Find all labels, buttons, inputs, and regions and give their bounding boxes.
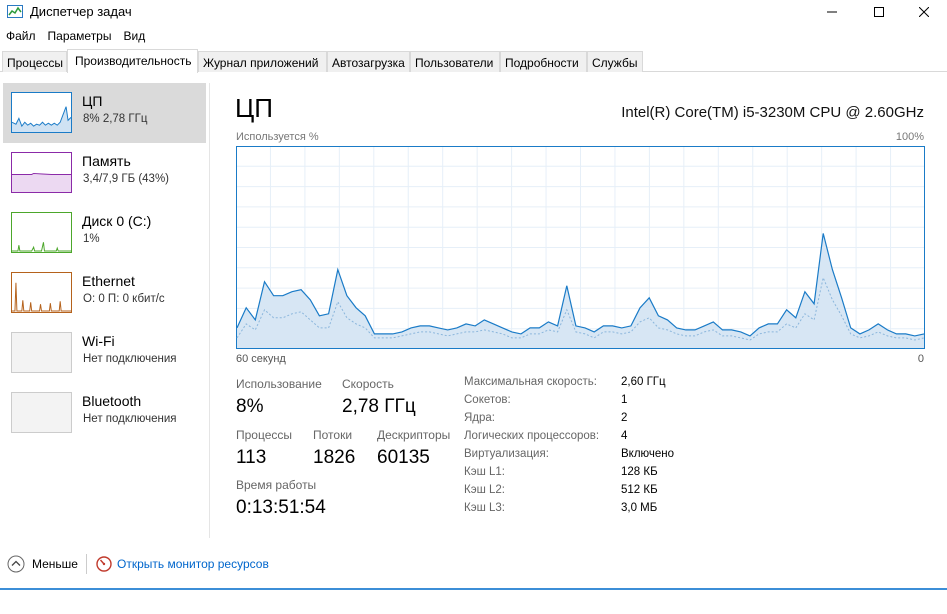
- sidebar-item-memory[interactable]: Память 3,4/7,9 ГБ (43%): [3, 143, 206, 203]
- graph-y-max-label: 100%: [895, 131, 924, 143]
- spec-value-l3-cache: 3,0 МБ: [621, 502, 658, 514]
- graph-x-min-label: 0: [917, 353, 924, 365]
- memory-thumbnail-graph: [11, 152, 72, 193]
- sidebar-disk-title: Диск 0 (C:): [82, 213, 152, 229]
- processes-label: Процессы: [236, 428, 293, 442]
- sidebar-item-cpu[interactable]: ЦП 8% 2,78 ГГц: [3, 83, 206, 143]
- disk-thumbnail-graph: [11, 212, 72, 253]
- graph-y-label: Используется %: [236, 131, 319, 143]
- tab-details[interactable]: Подробности: [500, 51, 587, 72]
- spec-value-cores: 2: [621, 412, 628, 424]
- resource-sidebar: ЦП 8% 2,78 ГГц Память 3,4/7,9 ГБ (43%) Д…: [0, 83, 210, 538]
- menu-bar: Файл Параметры Вид: [0, 26, 151, 48]
- cpu-usage-graph: [236, 146, 925, 349]
- tab-performance[interactable]: Производительность: [67, 49, 198, 73]
- task-manager-app-icon: [7, 5, 23, 18]
- open-resource-monitor-link[interactable]: Открыть монитор ресурсов: [117, 557, 269, 571]
- spec-value-max-speed: 2,60 ГГц: [621, 376, 666, 388]
- footer-divider: [86, 554, 87, 574]
- chevron-up-circle-icon[interactable]: [7, 555, 25, 573]
- close-button[interactable]: [901, 0, 947, 24]
- sidebar-cpu-title: ЦП: [82, 93, 103, 109]
- sidebar-cpu-subtitle: 8% 2,78 ГГц: [83, 113, 148, 125]
- menu-file[interactable]: Файл: [0, 26, 42, 48]
- sidebar-memory-title: Память: [82, 153, 131, 169]
- handles-label: Дескрипторы: [377, 428, 451, 442]
- spec-key-l2-cache: Кэш L2:: [464, 484, 505, 496]
- spec-key-l1-cache: Кэш L1:: [464, 466, 505, 478]
- spec-key-l3-cache: Кэш L3:: [464, 502, 505, 514]
- window-title: Диспетчер задач: [30, 4, 132, 19]
- ethernet-thumbnail-graph: [11, 272, 72, 313]
- tab-bar: Процессы Производительность Журнал прило…: [0, 49, 947, 73]
- spec-key-virtualization: Виртуализация:: [464, 448, 549, 460]
- spec-key-sockets: Сокетов:: [464, 394, 511, 406]
- tab-startup[interactable]: Автозагрузка: [327, 51, 410, 72]
- sidebar-ethernet-subtitle: О: 0 П: 0 кбит/с: [83, 293, 165, 305]
- spec-value-l2-cache: 512 КБ: [621, 484, 658, 496]
- minimize-icon: [827, 11, 837, 13]
- usage-label: Использование: [236, 377, 322, 391]
- sidebar-item-bluetooth[interactable]: Bluetooth Нет подключения: [3, 383, 206, 443]
- spec-key-logical-processors: Логических процессоров:: [464, 430, 600, 442]
- spec-key-cores: Ядра:: [464, 412, 496, 424]
- fewer-details-button[interactable]: Меньше: [32, 557, 78, 571]
- footer-bar: Меньше Открыть монитор ресурсов: [0, 546, 947, 586]
- uptime-value: 0:13:51:54: [236, 497, 326, 518]
- sidebar-disk-subtitle: 1%: [83, 233, 100, 245]
- spec-value-logical-processors: 4: [621, 430, 628, 442]
- bluetooth-thumbnail-graph: [11, 392, 72, 433]
- speed-value: 2,78 ГГц: [342, 396, 416, 417]
- title-bar: Диспетчер задач: [0, 0, 947, 24]
- spec-key-max-speed: Максимальная скорость:: [464, 376, 597, 388]
- tab-users[interactable]: Пользователи: [410, 51, 500, 72]
- usage-value: 8%: [236, 396, 264, 417]
- sidebar-ethernet-title: Ethernet: [82, 273, 135, 289]
- maximize-button[interactable]: [856, 0, 902, 24]
- task-manager-window: Диспетчер задач Файл Параметры Вид Проце…: [0, 0, 947, 614]
- resource-monitor-icon[interactable]: [96, 556, 112, 572]
- tab-services[interactable]: Службы: [587, 51, 643, 72]
- spec-value-sockets: 1: [621, 394, 628, 406]
- tab-processes[interactable]: Процессы: [2, 51, 67, 72]
- speed-label: Скорость: [342, 377, 394, 391]
- page-title: ЦП: [235, 93, 273, 123]
- processes-value: 113: [236, 447, 267, 468]
- threads-value: 1826: [313, 447, 356, 468]
- sidebar-wifi-title: Wi-Fi: [82, 333, 115, 349]
- sidebar-bluetooth-title: Bluetooth: [82, 393, 142, 409]
- cpu-model-name: Intel(R) Core(TM) i5-3230M CPU @ 2.60GHz: [621, 104, 924, 121]
- cpu-thumbnail-graph: [11, 92, 72, 133]
- minimize-button[interactable]: [809, 0, 855, 24]
- sidebar-item-wifi[interactable]: Wi-Fi Нет подключения: [3, 323, 206, 383]
- graph-x-label: 60 секунд: [236, 353, 286, 365]
- menu-options[interactable]: Параметры: [42, 26, 118, 48]
- spec-value-virtualization: Включено: [621, 448, 675, 460]
- sidebar-bluetooth-subtitle: Нет подключения: [83, 413, 177, 425]
- sidebar-memory-subtitle: 3,4/7,9 ГБ (43%): [83, 173, 170, 185]
- handles-value: 60135: [377, 447, 430, 468]
- wifi-thumbnail-graph: [11, 332, 72, 373]
- close-icon: [919, 7, 929, 17]
- sidebar-item-ethernet[interactable]: Ethernet О: 0 П: 0 кбит/с: [3, 263, 206, 323]
- spec-value-l1-cache: 128 КБ: [621, 466, 658, 478]
- uptime-label: Время работы: [236, 478, 317, 492]
- tab-app-history[interactable]: Журнал приложений: [198, 51, 327, 72]
- sidebar-wifi-subtitle: Нет подключения: [83, 353, 177, 365]
- window-bottom-border: [0, 588, 947, 590]
- maximize-icon: [874, 7, 884, 17]
- threads-label: Потоки: [313, 428, 353, 442]
- menu-view[interactable]: Вид: [117, 26, 151, 48]
- sidebar-item-disk[interactable]: Диск 0 (C:) 1%: [3, 203, 206, 263]
